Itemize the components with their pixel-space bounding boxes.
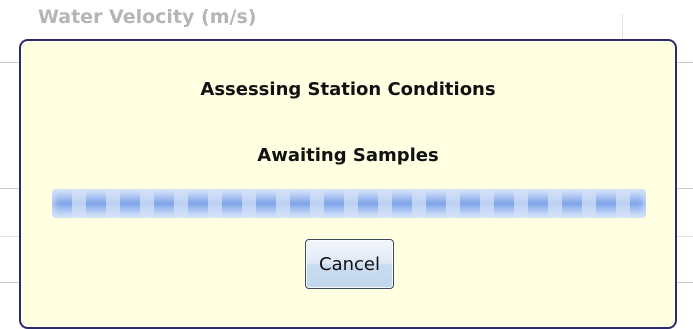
background-column-divider: [622, 14, 623, 40]
progress-bar: [52, 189, 646, 218]
progress-dialog: Assessing Station Conditions Awaiting Sa…: [19, 39, 677, 329]
dialog-title: Assessing Station Conditions: [200, 79, 496, 100]
dialog-status-text: Awaiting Samples: [257, 145, 439, 166]
background-field-label: Water Velocity (m/s): [38, 6, 257, 28]
progress-bar-fill: [52, 189, 646, 218]
cancel-button[interactable]: Cancel: [305, 239, 394, 289]
